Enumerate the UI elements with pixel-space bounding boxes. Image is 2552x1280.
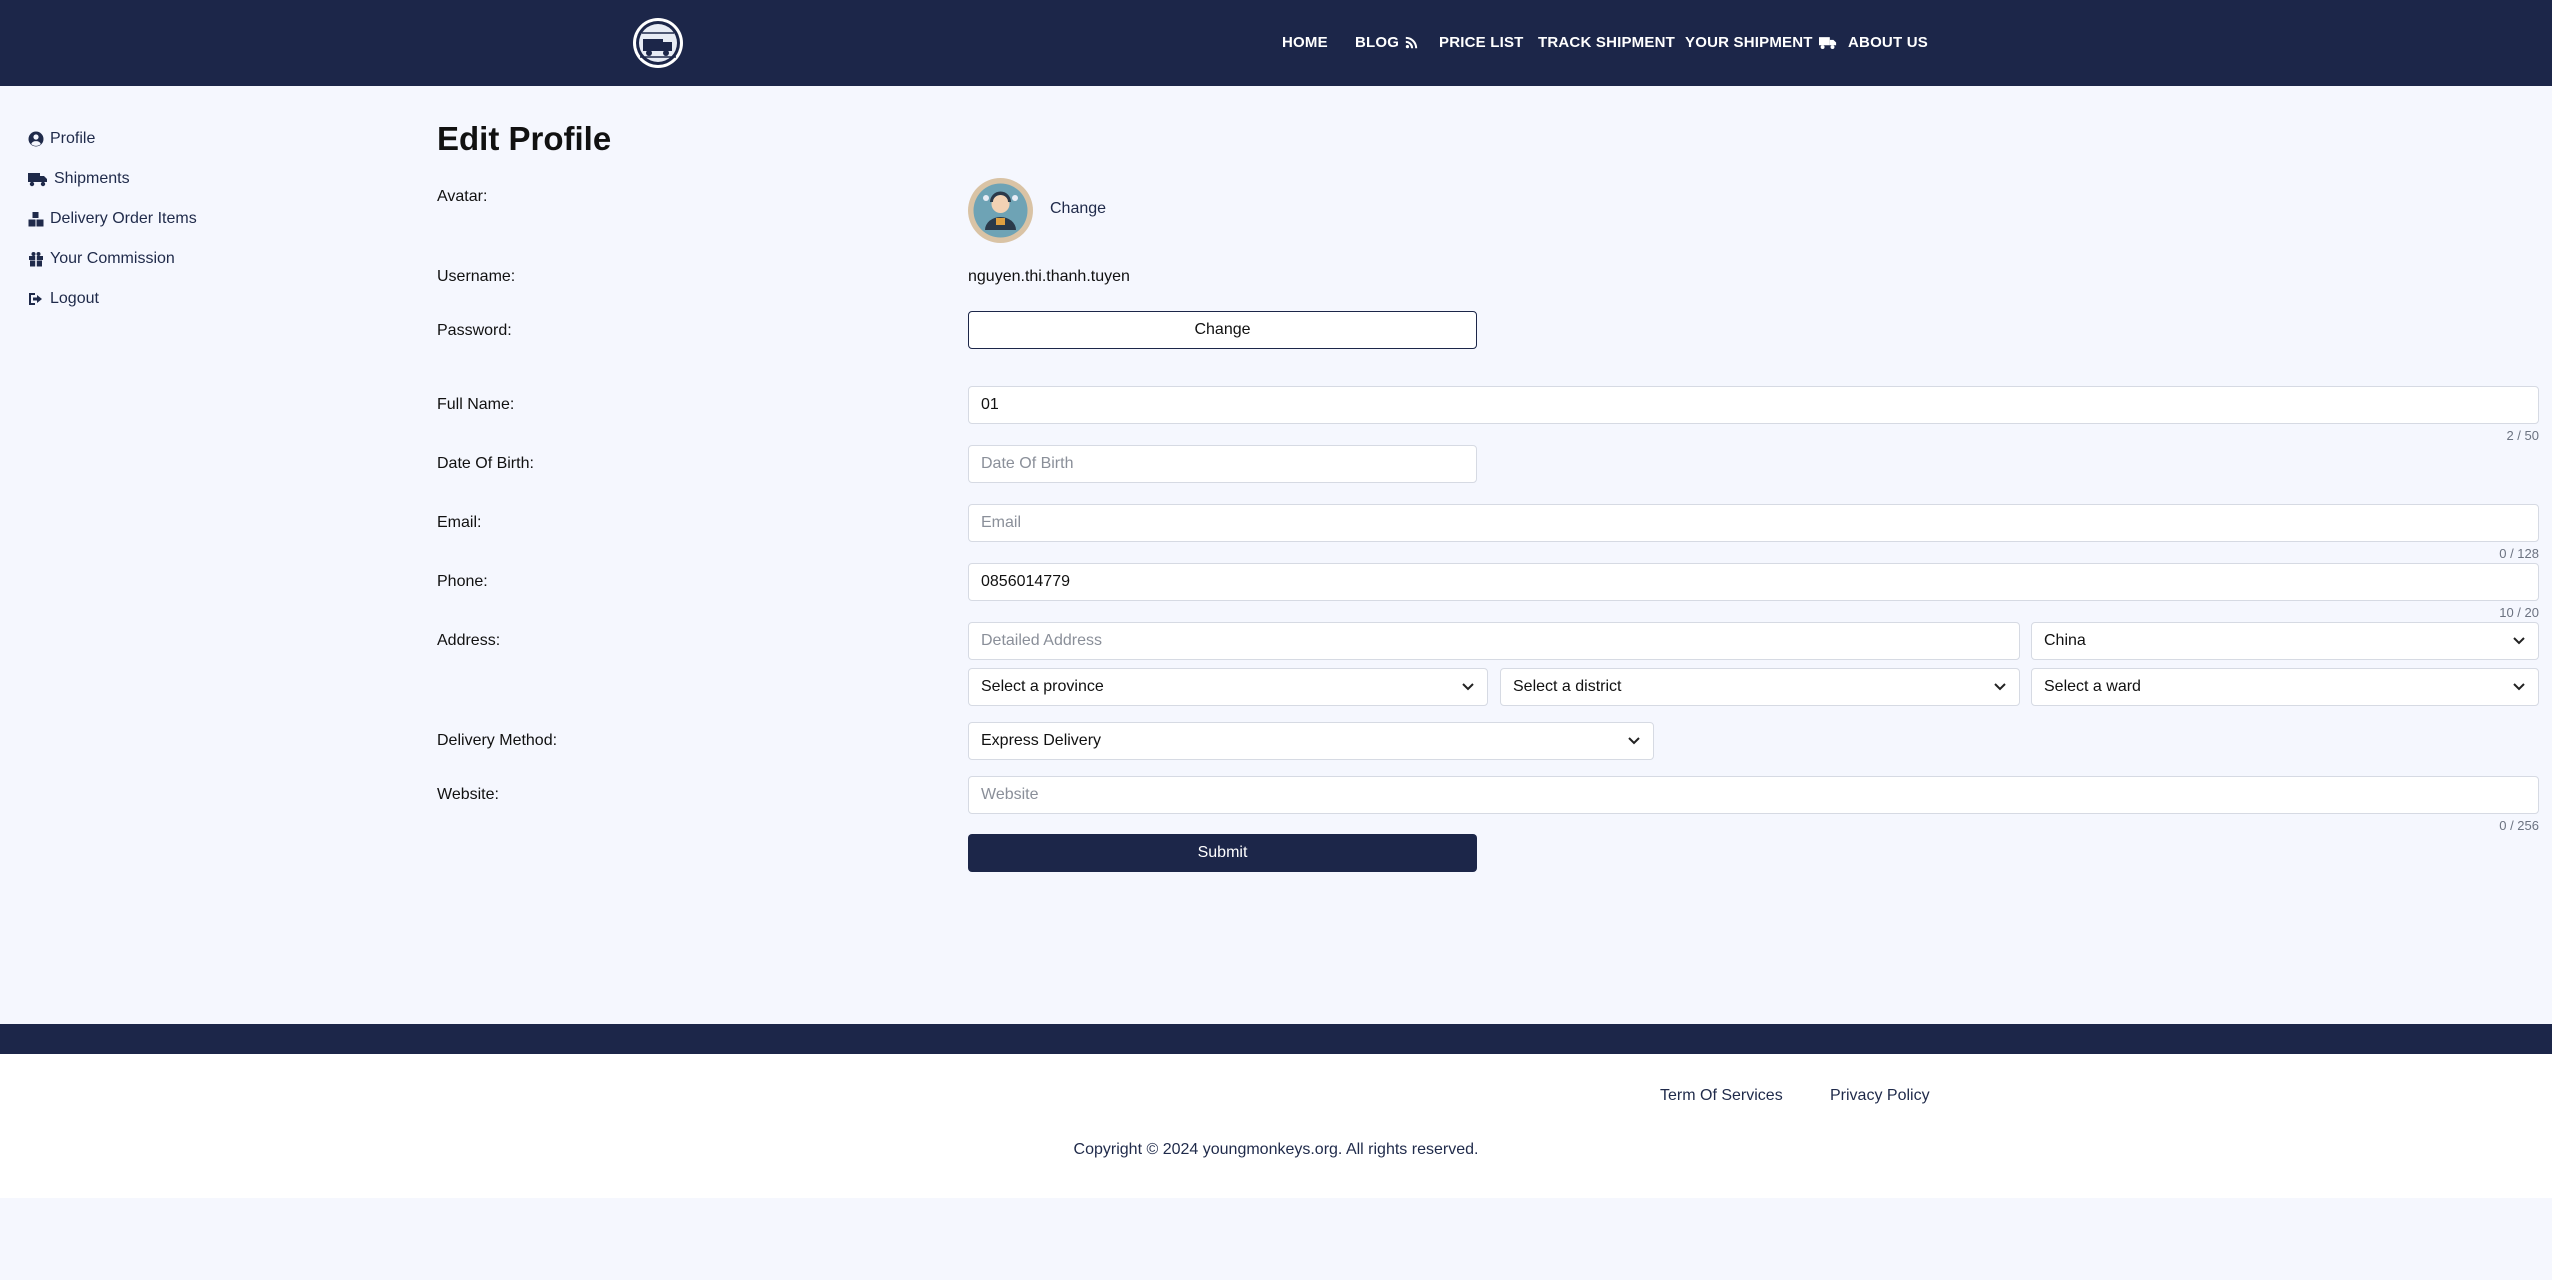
sidebar-item-logout[interactable]: Logout [28,290,99,308]
nav-blog[interactable]: BLOG [1355,34,1418,51]
chevron-down-icon [1462,683,1474,691]
sidebar-item-label: Profile [50,130,96,147]
province-select-value: Select a province [981,678,1104,695]
change-avatar-link[interactable]: Change [1050,200,1106,218]
truck-icon [1818,36,1836,49]
sidebar-item-label: Logout [50,290,99,307]
nav-home[interactable]: HOME [1282,34,1328,51]
dob-input[interactable] [968,445,1477,483]
ward-select[interactable]: Select a ward [2031,668,2539,706]
full-name-label: Full Name: [437,396,515,413]
nav-blog-label: BLOG [1355,34,1400,51]
username-value: nguyen.thi.thanh.tuyen [968,268,1130,285]
sidebar-item-shipments[interactable]: Shipments [28,170,130,188]
truck-icon [28,172,47,186]
avatar-image [973,183,1028,238]
terms-of-service-link[interactable]: Term Of Services [1660,1087,1783,1105]
sidebar-item-delivery-order-items[interactable]: Delivery Order Items [28,210,197,228]
change-password-button[interactable]: Change [968,311,1477,349]
address-label: Address: [437,632,501,649]
username-label: Username: [437,268,516,285]
privacy-policy-link[interactable]: Privacy Policy [1830,1087,1930,1105]
nav-about-us-label: ABOUT US [1848,34,1928,51]
website-counter: 0 / 256 [2499,818,2539,833]
nav-track-shipment-label: TRACK SHIPMENT [1538,34,1675,51]
phone-label: Phone: [437,573,488,590]
chevron-down-icon [2513,683,2525,691]
nav-price-list-label: PRICE LIST [1439,34,1524,51]
sidebar-item-profile[interactable]: Profile [28,130,95,148]
chevron-down-icon [2513,637,2525,645]
footer-bar [0,1024,2552,1054]
boxes-icon [28,212,44,227]
province-select[interactable]: Select a province [968,668,1488,706]
rss-icon [1405,36,1418,49]
ward-select-value: Select a ward [2044,678,2141,695]
website-input[interactable] [968,776,2539,814]
nav-about-us[interactable]: ABOUT US [1848,34,1928,51]
nav-your-shipment[interactable]: YOUR SHIPMENT [1685,34,1837,51]
email-label: Email: [437,514,482,531]
district-select[interactable]: Select a district [1500,668,2020,706]
country-select[interactable]: China [2031,622,2539,660]
nav-track-shipment[interactable]: TRACK SHIPMENT [1538,34,1675,51]
email-input[interactable] [968,504,2539,542]
delivery-method-label: Delivery Method: [437,732,558,749]
logout-icon [29,293,42,305]
top-navbar: HOME BLOG PRICE LIST TRACK SHIPMENT YOUR… [0,0,2552,86]
chevron-down-icon [1994,683,2006,691]
logo-icon[interactable] [632,17,684,69]
chevron-down-icon [1628,737,1640,745]
nav-price-list[interactable]: PRICE LIST [1439,34,1524,51]
country-select-value: China [2044,632,2086,649]
footer [0,1054,2552,1198]
full-name-input[interactable] [968,386,2539,424]
submit-button[interactable]: Submit [968,834,1477,872]
avatar-label: Avatar: [437,188,488,205]
gift-icon [29,252,43,267]
sidebar-item-your-commission[interactable]: Your Commission [28,250,175,268]
sidebar-item-label: Delivery Order Items [50,210,197,227]
phone-counter: 10 / 20 [2499,605,2539,620]
website-label: Website: [437,786,499,803]
sidebar-item-label: Your Commission [50,250,175,267]
delivery-method-value: Express Delivery [981,732,1102,749]
user-circle-icon [28,131,44,147]
dob-label: Date Of Birth: [437,455,534,472]
district-select-value: Select a district [1513,678,1622,695]
full-name-counter: 2 / 50 [2506,428,2539,443]
avatar[interactable] [968,178,1033,243]
email-counter: 0 / 128 [2499,546,2539,561]
phone-input[interactable] [968,563,2539,601]
sidebar-item-label: Shipments [54,170,130,187]
page-title: Edit Profile [437,120,612,157]
delivery-method-select[interactable]: Express Delivery [968,722,1654,760]
copyright-text: Copyright © 2024 youngmonkeys.org. All r… [1073,1141,1479,1158]
nav-your-shipment-label: YOUR SHIPMENT [1685,34,1813,51]
password-label: Password: [437,322,512,339]
nav-home-label: HOME [1282,34,1328,51]
detailed-address-input[interactable] [968,622,2020,660]
